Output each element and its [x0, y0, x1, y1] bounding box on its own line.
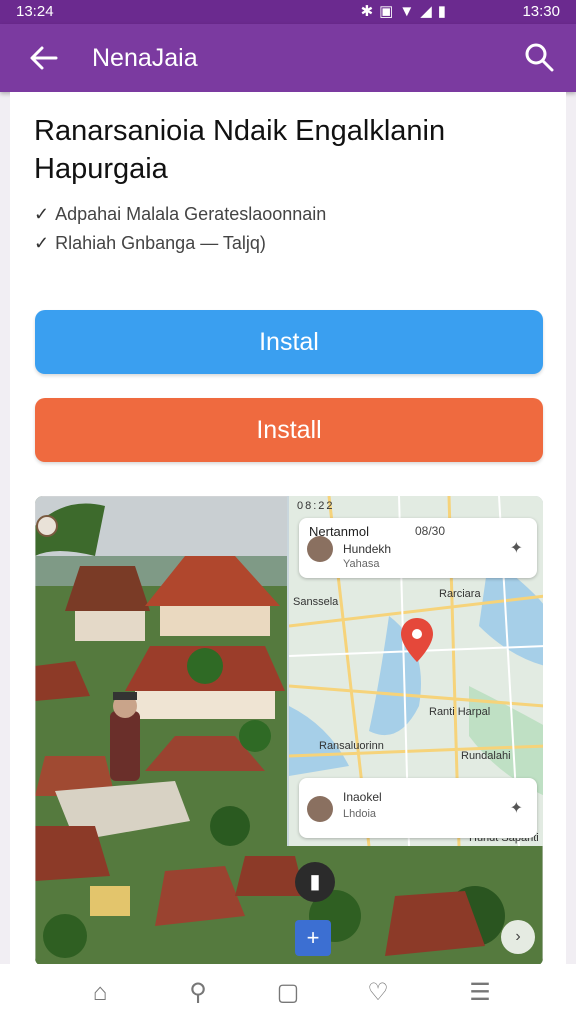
- check-icon: ✓: [34, 204, 50, 224]
- map-label: Ransaluorinn: [319, 740, 384, 752]
- feature-item: ✓ Rlahiah Gnbanga — Taljq): [34, 233, 266, 254]
- bookmark-icon[interactable]: ▮: [295, 862, 335, 902]
- menu-icon[interactable]: ☰: [460, 978, 500, 1008]
- bluetooth-icon: ✱: [360, 3, 380, 20]
- status-bar: 13:24 ✱▣▼◢▮ 13:30: [0, 0, 576, 24]
- map-card-sub: Lhdoia: [343, 808, 377, 820]
- map-card-name: Hundekh: [343, 542, 392, 556]
- map-label: Rarciara: [439, 588, 481, 600]
- home-icon[interactable]: ⌂: [80, 978, 120, 1008]
- compass-icon[interactable]: ✦: [510, 538, 523, 558]
- map-label: Rundalahi: [461, 750, 511, 762]
- feature-text: Adpahai Malala Gerateslaoonnain: [55, 204, 327, 224]
- compass-icon[interactable]: ✦: [510, 798, 523, 818]
- search-icon[interactable]: ⚲: [178, 978, 218, 1008]
- map-card-sub: Yahasa: [343, 558, 380, 570]
- signal-icon: ◢: [420, 3, 438, 20]
- chevron-right-icon[interactable]: ›: [501, 920, 535, 954]
- app-detail-card: Ranarsanioia Ndaik Engalklanin Hapurgaia…: [10, 92, 566, 982]
- app-bar: NenaJaia: [0, 24, 576, 92]
- map-label: Sanssela: [293, 596, 339, 608]
- search-icon[interactable]: [524, 42, 554, 72]
- avatar: [307, 796, 333, 822]
- app-preview-image: 08:22 Nertanmol 08/30 Hundekh Yahasa ✦ S…: [35, 496, 543, 966]
- wifi-icon: ▼: [399, 3, 421, 20]
- map-card-meta: 08/30: [415, 524, 446, 538]
- map-card-name: Inaokel: [343, 790, 382, 804]
- map-status-time: 08:22: [297, 500, 335, 512]
- back-arrow-icon[interactable]: [28, 44, 58, 72]
- avatar: [307, 536, 333, 562]
- feature-text: Rlahiah Gnbanga — Taljq): [55, 233, 266, 253]
- app-title: Ranarsanioia Ndaik Engalklanin Hapurgaia: [34, 115, 446, 185]
- feature-item: ✓ Adpahai Malala Gerateslaoonnain: [34, 204, 326, 225]
- map-info-card[interactable]: Inaokel Lhdoia ✦: [299, 778, 537, 838]
- plus-icon[interactable]: +: [295, 920, 331, 956]
- map-label: Ranti Harpal: [429, 706, 491, 718]
- check-icon: ✓: [34, 233, 50, 253]
- status-time-left: 13:24: [16, 3, 54, 20]
- install-button-secondary[interactable]: Install: [35, 398, 543, 462]
- vibrate-icon: ▣: [379, 3, 400, 20]
- bottom-navigation: ⌂ ⚲ ▢ ♡ ☰: [0, 964, 576, 1024]
- status-icons: ✱▣▼◢▮: [361, 2, 452, 20]
- app-bar-title: NenaJaia: [92, 44, 198, 72]
- heart-icon[interactable]: ♡: [358, 978, 398, 1008]
- status-time-right: 13:30: [522, 3, 560, 20]
- map-panel[interactable]: 08:22 Nertanmol 08/30 Hundekh Yahasa ✦ S…: [287, 496, 543, 846]
- battery-icon: ▮: [437, 3, 452, 20]
- map-info-card[interactable]: Nertanmol 08/30 Hundekh Yahasa ✦: [299, 518, 537, 578]
- circle-icon[interactable]: ▢: [268, 978, 308, 1008]
- install-button-primary[interactable]: Instal: [35, 310, 543, 374]
